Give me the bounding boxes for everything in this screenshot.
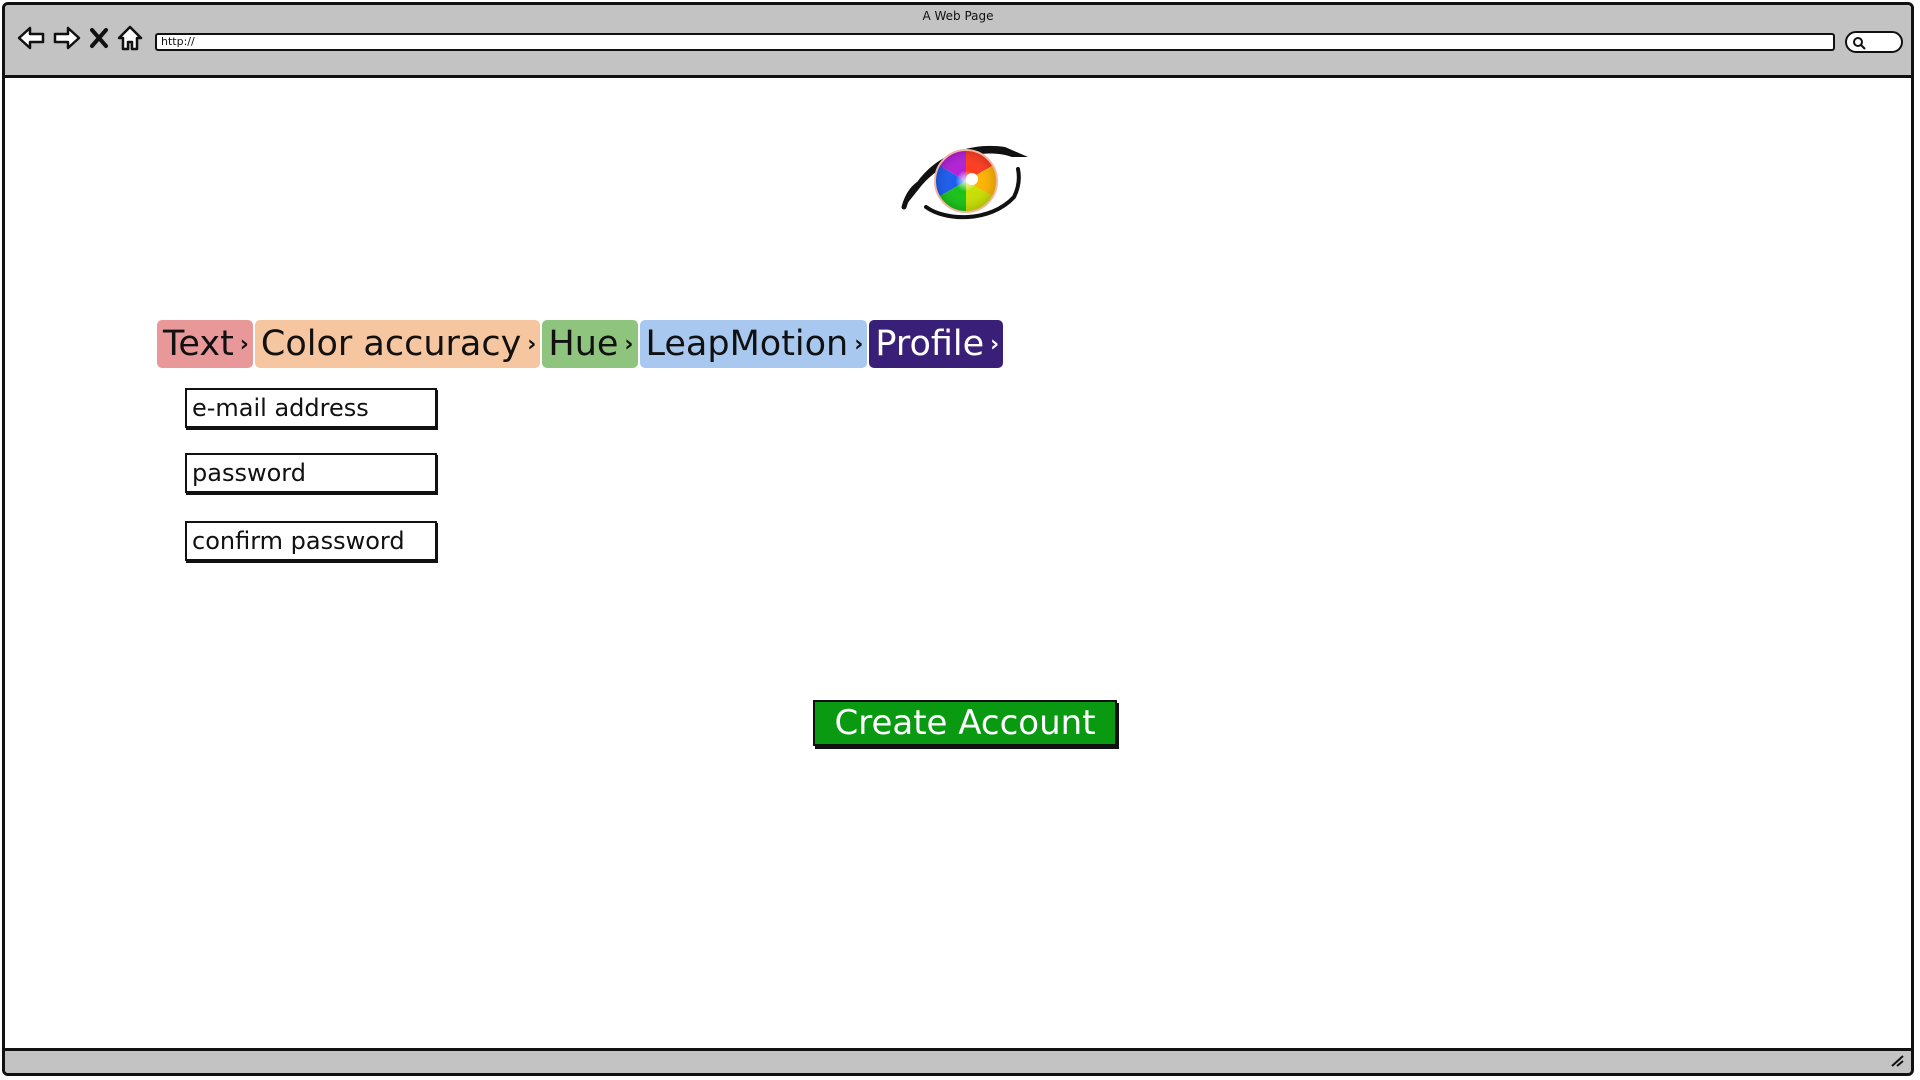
confirm-password-field[interactable] (185, 521, 437, 561)
url-bar[interactable]: http:// (155, 33, 1835, 51)
breadcrumb-color-accuracy[interactable]: Color accuracy › (254, 320, 541, 368)
breadcrumb-leapmotion[interactable]: LeapMotion › (639, 320, 868, 368)
home-icon[interactable] (117, 25, 143, 51)
password-field[interactable] (185, 453, 437, 493)
breadcrumb-label: Color accuracy (260, 324, 522, 364)
chevron-right-icon: › (854, 331, 864, 357)
chevron-right-icon: › (990, 331, 1000, 357)
breadcrumb-text[interactable]: Text › (157, 320, 253, 368)
rainbow-eye-logo (900, 135, 1036, 225)
browser-window: A Web Page http:// Text › Color accuracy… (2, 2, 1914, 1076)
breadcrumb-label: LeapMotion (645, 324, 849, 364)
window-title: A Web Page (922, 9, 994, 23)
chevron-right-icon: › (239, 331, 249, 357)
breadcrumb-label: Hue (548, 324, 619, 364)
resize-grip-icon[interactable] (1889, 1052, 1905, 1071)
create-account-button[interactable]: Create Account (813, 700, 1117, 746)
chevron-right-icon: › (624, 331, 634, 357)
close-icon[interactable] (89, 27, 109, 49)
browser-toolbar: A Web Page http:// (5, 5, 1911, 78)
breadcrumb: Text › Color accuracy › Hue › LeapMotion… (157, 320, 1004, 368)
status-bar (5, 1048, 1911, 1073)
forward-icon[interactable] (53, 25, 81, 51)
breadcrumb-label: Text (163, 324, 234, 364)
chevron-right-icon: › (527, 331, 537, 357)
breadcrumb-label: Profile (875, 324, 985, 364)
nav-buttons (17, 25, 143, 51)
back-icon[interactable] (17, 25, 45, 51)
breadcrumb-profile[interactable]: Profile › (869, 320, 1004, 368)
email-field[interactable] (185, 388, 437, 428)
breadcrumb-hue[interactable]: Hue › (542, 320, 638, 368)
search-icon (1853, 37, 1866, 50)
browser-search-box[interactable] (1845, 31, 1903, 53)
